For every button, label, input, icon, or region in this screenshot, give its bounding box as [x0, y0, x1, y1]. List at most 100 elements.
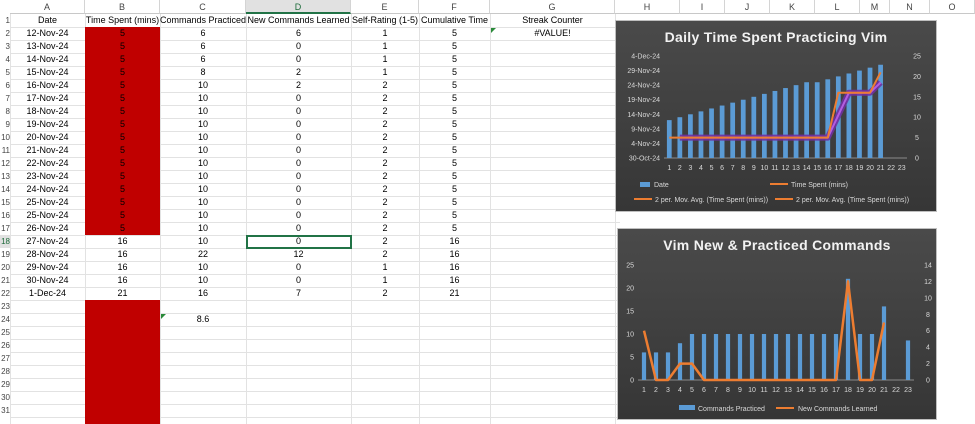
- cell-rating[interactable]: 1: [351, 27, 419, 40]
- cell-practiced[interactable]: 10: [160, 196, 246, 209]
- header-date[interactable]: Date: [10, 14, 85, 27]
- cell-time[interactable]: 5: [85, 144, 160, 157]
- cell-learned[interactable]: 0: [246, 183, 351, 196]
- cell-cumulative[interactable]: 5: [419, 105, 490, 118]
- cell-practiced[interactable]: 22: [160, 248, 246, 261]
- row-header[interactable]: 28: [0, 365, 10, 378]
- row-header[interactable]: 10: [0, 131, 10, 144]
- cell-time[interactable]: 16: [85, 274, 160, 287]
- row-header[interactable]: 20: [0, 261, 10, 274]
- cell-rating[interactable]: 2: [351, 183, 419, 196]
- cell-time[interactable]: 5: [85, 131, 160, 144]
- cell-date[interactable]: 25-Nov-24: [10, 196, 85, 209]
- cell-rating[interactable]: 1: [351, 40, 419, 53]
- cell-date[interactable]: 28-Nov-24: [10, 248, 85, 261]
- cell-rating[interactable]: 2: [351, 118, 419, 131]
- row-header[interactable]: 11: [0, 144, 10, 157]
- cell-date[interactable]: 21-Nov-24: [10, 144, 85, 157]
- cell-practiced[interactable]: 10: [160, 209, 246, 222]
- cell-date[interactable]: 13-Nov-24: [10, 40, 85, 53]
- cell-rating[interactable]: 2: [351, 248, 419, 261]
- row-header[interactable]: 9: [0, 118, 10, 131]
- cell-rating[interactable]: 1: [351, 274, 419, 287]
- cell-cumulative[interactable]: 5: [419, 40, 490, 53]
- row-header[interactable]: 22: [0, 287, 10, 300]
- cell-rating[interactable]: 2: [351, 131, 419, 144]
- cell-rating[interactable]: 2: [351, 157, 419, 170]
- commands-chart[interactable]: Vim New & Practiced Commands 0 5 10 15 20 25 0…: [617, 228, 937, 420]
- cell-date[interactable]: 18-Nov-24: [10, 105, 85, 118]
- cell-learned[interactable]: 0: [246, 118, 351, 131]
- cell-time[interactable]: 5: [85, 27, 160, 40]
- cell-cumulative[interactable]: 5: [419, 27, 490, 40]
- cell-date[interactable]: 25-Nov-24: [10, 209, 85, 222]
- cell-rating[interactable]: 2: [351, 79, 419, 92]
- cell-practiced[interactable]: 10: [160, 105, 246, 118]
- column-header-i[interactable]: I: [680, 0, 725, 14]
- cell-practiced[interactable]: 16: [160, 287, 246, 300]
- cell-rating[interactable]: 2: [351, 209, 419, 222]
- cell-time[interactable]: 5: [85, 66, 160, 79]
- cell-cumulative[interactable]: 5: [419, 222, 490, 235]
- header-learned[interactable]: New Commands Learned: [246, 14, 351, 27]
- header-time[interactable]: Time Spent (mins): [85, 14, 160, 27]
- row-header[interactable]: 1: [0, 14, 10, 27]
- cell-practiced[interactable]: 8: [160, 66, 246, 79]
- cell-learned[interactable]: 0: [246, 222, 351, 235]
- cell-rating[interactable]: 1: [351, 53, 419, 66]
- cell-time[interactable]: 5: [85, 118, 160, 131]
- cell-practiced[interactable]: 6: [160, 40, 246, 53]
- selected-cell[interactable]: [246, 235, 352, 249]
- cell-time[interactable]: 16: [85, 261, 160, 274]
- row-header[interactable]: 18: [0, 235, 10, 248]
- cell-practiced[interactable]: 10: [160, 92, 246, 105]
- row-header[interactable]: 14: [0, 183, 10, 196]
- cell-practiced[interactable]: 10: [160, 170, 246, 183]
- cell-cumulative[interactable]: 5: [419, 66, 490, 79]
- header-cumulative[interactable]: Cumulative Time: [419, 14, 490, 27]
- column-header-d[interactable]: D: [246, 0, 351, 14]
- cell-rating[interactable]: 2: [351, 235, 419, 248]
- cell-learned[interactable]: 0: [246, 274, 351, 287]
- row-header[interactable]: 3: [0, 40, 10, 53]
- cell-date[interactable]: 20-Nov-24: [10, 131, 85, 144]
- row-header[interactable]: 12: [0, 157, 10, 170]
- cell-cumulative[interactable]: 5: [419, 79, 490, 92]
- row-header[interactable]: 13: [0, 170, 10, 183]
- cell-practiced[interactable]: 10: [160, 157, 246, 170]
- row-header[interactable]: 4: [0, 53, 10, 66]
- cell-time[interactable]: 21: [85, 287, 160, 300]
- cell-practiced[interactable]: 10: [160, 274, 246, 287]
- header-practiced[interactable]: Commands Practiced: [160, 14, 246, 27]
- cell-learned[interactable]: 6: [246, 27, 351, 40]
- cell-rating[interactable]: 2: [351, 170, 419, 183]
- cell-date[interactable]: 29-Nov-24: [10, 261, 85, 274]
- cell-date[interactable]: 24-Nov-24: [10, 183, 85, 196]
- cell-rating[interactable]: 2: [351, 287, 419, 300]
- cell-learned[interactable]: 12: [246, 248, 351, 261]
- cell-rating[interactable]: 2: [351, 105, 419, 118]
- cell-rating[interactable]: 1: [351, 66, 419, 79]
- cell-learned[interactable]: 0: [246, 261, 351, 274]
- cell-time[interactable]: 5: [85, 157, 160, 170]
- row-header[interactable]: 31: [0, 404, 10, 417]
- cell-rating[interactable]: 2: [351, 196, 419, 209]
- cell-time[interactable]: 5: [85, 170, 160, 183]
- cell-cumulative[interactable]: 5: [419, 144, 490, 157]
- column-header-k[interactable]: K: [770, 0, 815, 14]
- column-header-b[interactable]: B: [85, 0, 160, 14]
- cell-learned[interactable]: 7: [246, 287, 351, 300]
- cell-time[interactable]: 16: [85, 248, 160, 261]
- cell-date[interactable]: 23-Nov-24: [10, 170, 85, 183]
- cell-time[interactable]: 5: [85, 79, 160, 92]
- cell-cumulative[interactable]: 5: [419, 170, 490, 183]
- row-header[interactable]: 26: [0, 339, 10, 352]
- cell-date[interactable]: 12-Nov-24: [10, 27, 85, 40]
- cell-cumulative[interactable]: 16: [419, 261, 490, 274]
- column-header-f[interactable]: F: [419, 0, 490, 14]
- cell-cumulative[interactable]: 5: [419, 196, 490, 209]
- cell-learned[interactable]: 0: [246, 105, 351, 118]
- column-header-a[interactable]: A: [10, 0, 85, 14]
- cell-learned[interactable]: 0: [246, 144, 351, 157]
- cell-learned[interactable]: 0: [246, 209, 351, 222]
